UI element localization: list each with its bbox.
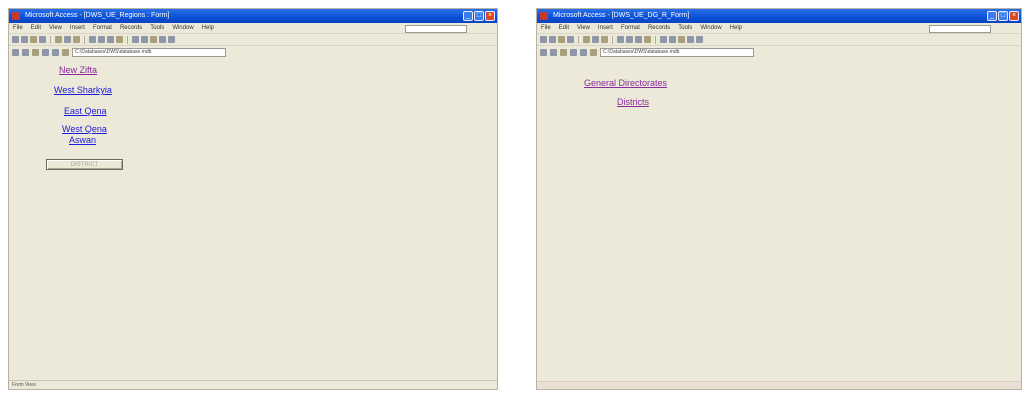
link-west-qena[interactable]: West Qena xyxy=(62,124,107,134)
menu-format[interactable]: Format xyxy=(93,25,112,31)
menu-records[interactable]: Records xyxy=(120,25,142,31)
undo-icon[interactable] xyxy=(89,36,96,43)
sort-descending-icon[interactable] xyxy=(107,36,114,43)
menu-edit[interactable]: Edit xyxy=(31,25,41,31)
new-record-icon[interactable] xyxy=(141,36,148,43)
link-districts[interactable]: Districts xyxy=(617,97,649,107)
save-icon[interactable] xyxy=(549,36,556,43)
address-field[interactable]: C:\Databases\DWS\database.mdb xyxy=(600,47,754,57)
menu-records[interactable]: Records xyxy=(648,25,670,31)
web-toolbar: C:\Databases\DWS\database.mdb xyxy=(537,46,1021,58)
link-west-sharkyia[interactable]: West Sharkyia xyxy=(54,85,112,95)
ask-question-input[interactable] xyxy=(929,25,991,33)
access-app-icon xyxy=(12,12,20,20)
back-icon[interactable] xyxy=(12,48,19,56)
menu-tools[interactable]: Tools xyxy=(150,25,164,31)
stop-icon[interactable] xyxy=(32,48,39,56)
minimize-button[interactable]: _ xyxy=(463,11,473,21)
title-bar: Microsoft Access - [DWS_UE_DG_R_Form] _ … xyxy=(537,9,1021,23)
home-icon[interactable] xyxy=(52,48,59,56)
save-icon[interactable] xyxy=(21,36,28,43)
ask-question-input[interactable] xyxy=(405,25,467,33)
menu-bar: File Edit View Insert Format Records Too… xyxy=(9,23,497,34)
stop-icon[interactable] xyxy=(560,48,567,56)
maximize-button[interactable]: □ xyxy=(998,11,1008,21)
paste-icon[interactable] xyxy=(73,36,80,43)
form-view-toolbar xyxy=(537,34,1021,46)
print-icon[interactable] xyxy=(558,36,565,43)
view-icon[interactable] xyxy=(540,36,547,43)
menu-window[interactable]: Window xyxy=(700,25,721,31)
delete-record-icon[interactable] xyxy=(150,36,157,43)
preview-icon[interactable] xyxy=(567,36,574,43)
refresh-icon[interactable] xyxy=(570,48,577,56)
home-icon[interactable] xyxy=(580,48,587,56)
window-title: Microsoft Access - [DWS_UE_DG_R_Form] xyxy=(553,12,690,19)
favorites-icon[interactable] xyxy=(590,48,597,56)
database-window-icon[interactable] xyxy=(159,36,166,43)
preview-icon[interactable] xyxy=(39,36,46,43)
status-bar: Form View xyxy=(9,380,497,389)
close-button[interactable]: × xyxy=(1009,11,1019,21)
form-view-toolbar xyxy=(9,34,497,46)
address-field[interactable]: C:\Databases\DWS\database.mdb xyxy=(72,47,226,57)
access-app-icon xyxy=(540,12,548,20)
access-window-right: Microsoft Access - [DWS_UE_DG_R_Form] _ … xyxy=(536,8,1022,390)
forward-icon[interactable] xyxy=(550,48,557,56)
menu-help[interactable]: Help xyxy=(730,25,742,31)
forward-icon[interactable] xyxy=(22,48,29,56)
menu-help[interactable]: Help xyxy=(202,25,214,31)
district-button[interactable]: DISTRICT xyxy=(46,159,123,170)
print-icon[interactable] xyxy=(30,36,37,43)
sort-ascending-icon[interactable] xyxy=(98,36,105,43)
menu-insert[interactable]: Insert xyxy=(598,25,613,31)
filter-icon[interactable] xyxy=(644,36,651,43)
window-title: Microsoft Access - [DWS_UE_Regions : For… xyxy=(25,12,170,19)
delete-record-icon[interactable] xyxy=(678,36,685,43)
refresh-icon[interactable] xyxy=(42,48,49,56)
sort-ascending-icon[interactable] xyxy=(626,36,633,43)
help-icon[interactable] xyxy=(168,36,175,43)
web-toolbar: C:\Databases\DWS\database.mdb xyxy=(9,46,497,58)
cut-icon[interactable] xyxy=(583,36,590,43)
find-icon[interactable] xyxy=(132,36,139,43)
back-icon[interactable] xyxy=(540,48,547,56)
menu-view[interactable]: View xyxy=(49,25,62,31)
link-east-qena[interactable]: East Qena xyxy=(64,106,107,116)
menu-view[interactable]: View xyxy=(577,25,590,31)
menu-format[interactable]: Format xyxy=(621,25,640,31)
help-icon[interactable] xyxy=(696,36,703,43)
new-record-icon[interactable] xyxy=(669,36,676,43)
menu-bar: File Edit View Insert Format Records Too… xyxy=(537,23,1021,34)
menu-insert[interactable]: Insert xyxy=(70,25,85,31)
sort-descending-icon[interactable] xyxy=(635,36,642,43)
menu-edit[interactable]: Edit xyxy=(559,25,569,31)
find-icon[interactable] xyxy=(660,36,667,43)
copy-icon[interactable] xyxy=(592,36,599,43)
link-new-zifta[interactable]: New Zifta xyxy=(59,65,97,75)
undo-icon[interactable] xyxy=(617,36,624,43)
minimize-button[interactable]: _ xyxy=(987,11,997,21)
favorites-icon[interactable] xyxy=(62,48,69,56)
filter-icon[interactable] xyxy=(116,36,123,43)
close-button[interactable]: × xyxy=(485,11,495,21)
view-icon[interactable] xyxy=(12,36,19,43)
link-aswan[interactable]: Aswan xyxy=(69,135,96,145)
bottom-strip xyxy=(537,381,1021,389)
database-window-icon[interactable] xyxy=(687,36,694,43)
access-window-left: Microsoft Access - [DWS_UE_Regions : For… xyxy=(8,8,498,390)
menu-window[interactable]: Window xyxy=(172,25,193,31)
copy-icon[interactable] xyxy=(64,36,71,43)
menu-tools[interactable]: Tools xyxy=(678,25,692,31)
maximize-button[interactable]: □ xyxy=(474,11,484,21)
paste-icon[interactable] xyxy=(601,36,608,43)
link-general-directorates[interactable]: General Directorates xyxy=(584,78,667,88)
menu-file[interactable]: File xyxy=(13,25,23,31)
cut-icon[interactable] xyxy=(55,36,62,43)
menu-file[interactable]: File xyxy=(541,25,551,31)
title-bar: Microsoft Access - [DWS_UE_Regions : For… xyxy=(9,9,497,23)
